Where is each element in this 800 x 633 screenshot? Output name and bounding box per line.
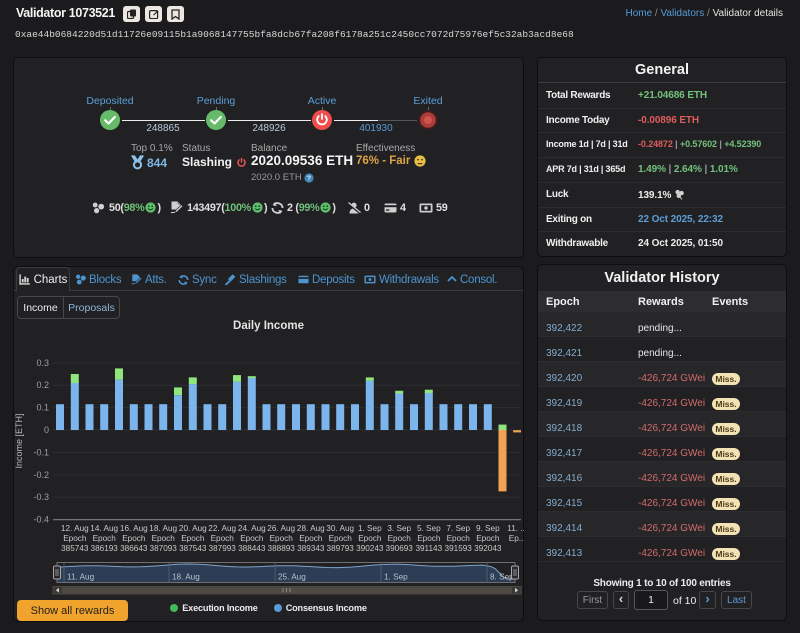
- svg-text:0.1: 0.1: [36, 403, 49, 413]
- svg-text:12. Aug: 12. Aug: [61, 524, 89, 533]
- svg-text:391593: 391593: [445, 544, 473, 553]
- svg-text:Epoch: Epoch: [447, 534, 471, 543]
- svg-text:Epoch: Epoch: [122, 534, 146, 543]
- svg-text:0.3: 0.3: [36, 358, 49, 368]
- svg-text:Income [ETH]: Income [ETH]: [14, 413, 24, 468]
- svg-text:Epoch: Epoch: [329, 534, 353, 543]
- svg-text:-0.2: -0.2: [33, 470, 49, 480]
- svg-text:11. ...: 11. ...: [507, 524, 524, 533]
- svg-text:25. Aug: 25. Aug: [278, 573, 306, 582]
- svg-text:387093: 387093: [150, 544, 178, 553]
- svg-text:391143: 391143: [415, 544, 442, 553]
- svg-text:Ep...: Ep...: [509, 534, 524, 543]
- svg-text:386643: 386643: [120, 544, 148, 553]
- svg-text:1. Sep: 1. Sep: [358, 524, 382, 533]
- svg-text:0.2: 0.2: [36, 380, 49, 390]
- svg-text:Epoch: Epoch: [211, 534, 235, 543]
- svg-text:Epoch: Epoch: [152, 534, 176, 543]
- svg-text:0: 0: [44, 425, 49, 435]
- svg-text:Epoch: Epoch: [476, 534, 500, 543]
- svg-text:387993: 387993: [209, 544, 237, 553]
- svg-text:Epoch: Epoch: [270, 534, 294, 543]
- svg-text:389793: 389793: [327, 544, 355, 553]
- svg-text:11. Aug: 11. Aug: [67, 573, 95, 582]
- svg-text:388893: 388893: [268, 544, 296, 553]
- svg-text:Epoch: Epoch: [93, 534, 117, 543]
- svg-text:24. Aug: 24. Aug: [238, 524, 266, 533]
- svg-text:3. Sep: 3. Sep: [387, 524, 411, 533]
- svg-text:5. Sep: 5. Sep: [417, 524, 441, 533]
- svg-text:16. Aug: 16. Aug: [120, 524, 148, 533]
- svg-text:Epoch: Epoch: [388, 534, 412, 543]
- svg-text:20. Aug: 20. Aug: [179, 524, 207, 533]
- svg-text:392043: 392043: [474, 544, 502, 553]
- svg-text:Epoch: Epoch: [63, 534, 87, 543]
- svg-text:Epoch: Epoch: [240, 534, 264, 543]
- svg-text:385743: 385743: [61, 544, 89, 553]
- svg-text:Epoch: Epoch: [299, 534, 323, 543]
- svg-text:9. Sep: 9. Sep: [476, 524, 500, 533]
- svg-text:?: ?: [307, 175, 311, 182]
- svg-text:7. Sep: 7. Sep: [446, 524, 470, 533]
- svg-text:26. Aug: 26. Aug: [267, 524, 295, 533]
- svg-text:22. Aug: 22. Aug: [208, 524, 236, 533]
- svg-text:28. Aug: 28. Aug: [297, 524, 325, 533]
- svg-text:18. Aug: 18. Aug: [172, 573, 200, 582]
- svg-text:390243: 390243: [356, 544, 384, 553]
- svg-text:-0.4: -0.4: [33, 515, 49, 525]
- svg-text:8. Sep: 8. Sep: [490, 573, 514, 582]
- svg-text:14. Aug: 14. Aug: [90, 524, 118, 533]
- svg-text:389343: 389343: [297, 544, 325, 553]
- svg-text:Epoch: Epoch: [358, 534, 382, 543]
- svg-text:Epoch: Epoch: [181, 534, 205, 543]
- svg-text:-0.1: -0.1: [33, 447, 49, 457]
- svg-text:18. Aug: 18. Aug: [149, 524, 177, 533]
- svg-text:30. Aug: 30. Aug: [326, 524, 354, 533]
- svg-text:386193: 386193: [91, 544, 119, 553]
- svg-text:-0.3: -0.3: [33, 492, 49, 502]
- svg-text:387543: 387543: [179, 544, 207, 553]
- svg-text:1. Sep: 1. Sep: [384, 573, 408, 582]
- svg-text:Epoch: Epoch: [417, 534, 441, 543]
- svg-text:388443: 388443: [238, 544, 266, 553]
- svg-text:390693: 390693: [386, 544, 414, 553]
